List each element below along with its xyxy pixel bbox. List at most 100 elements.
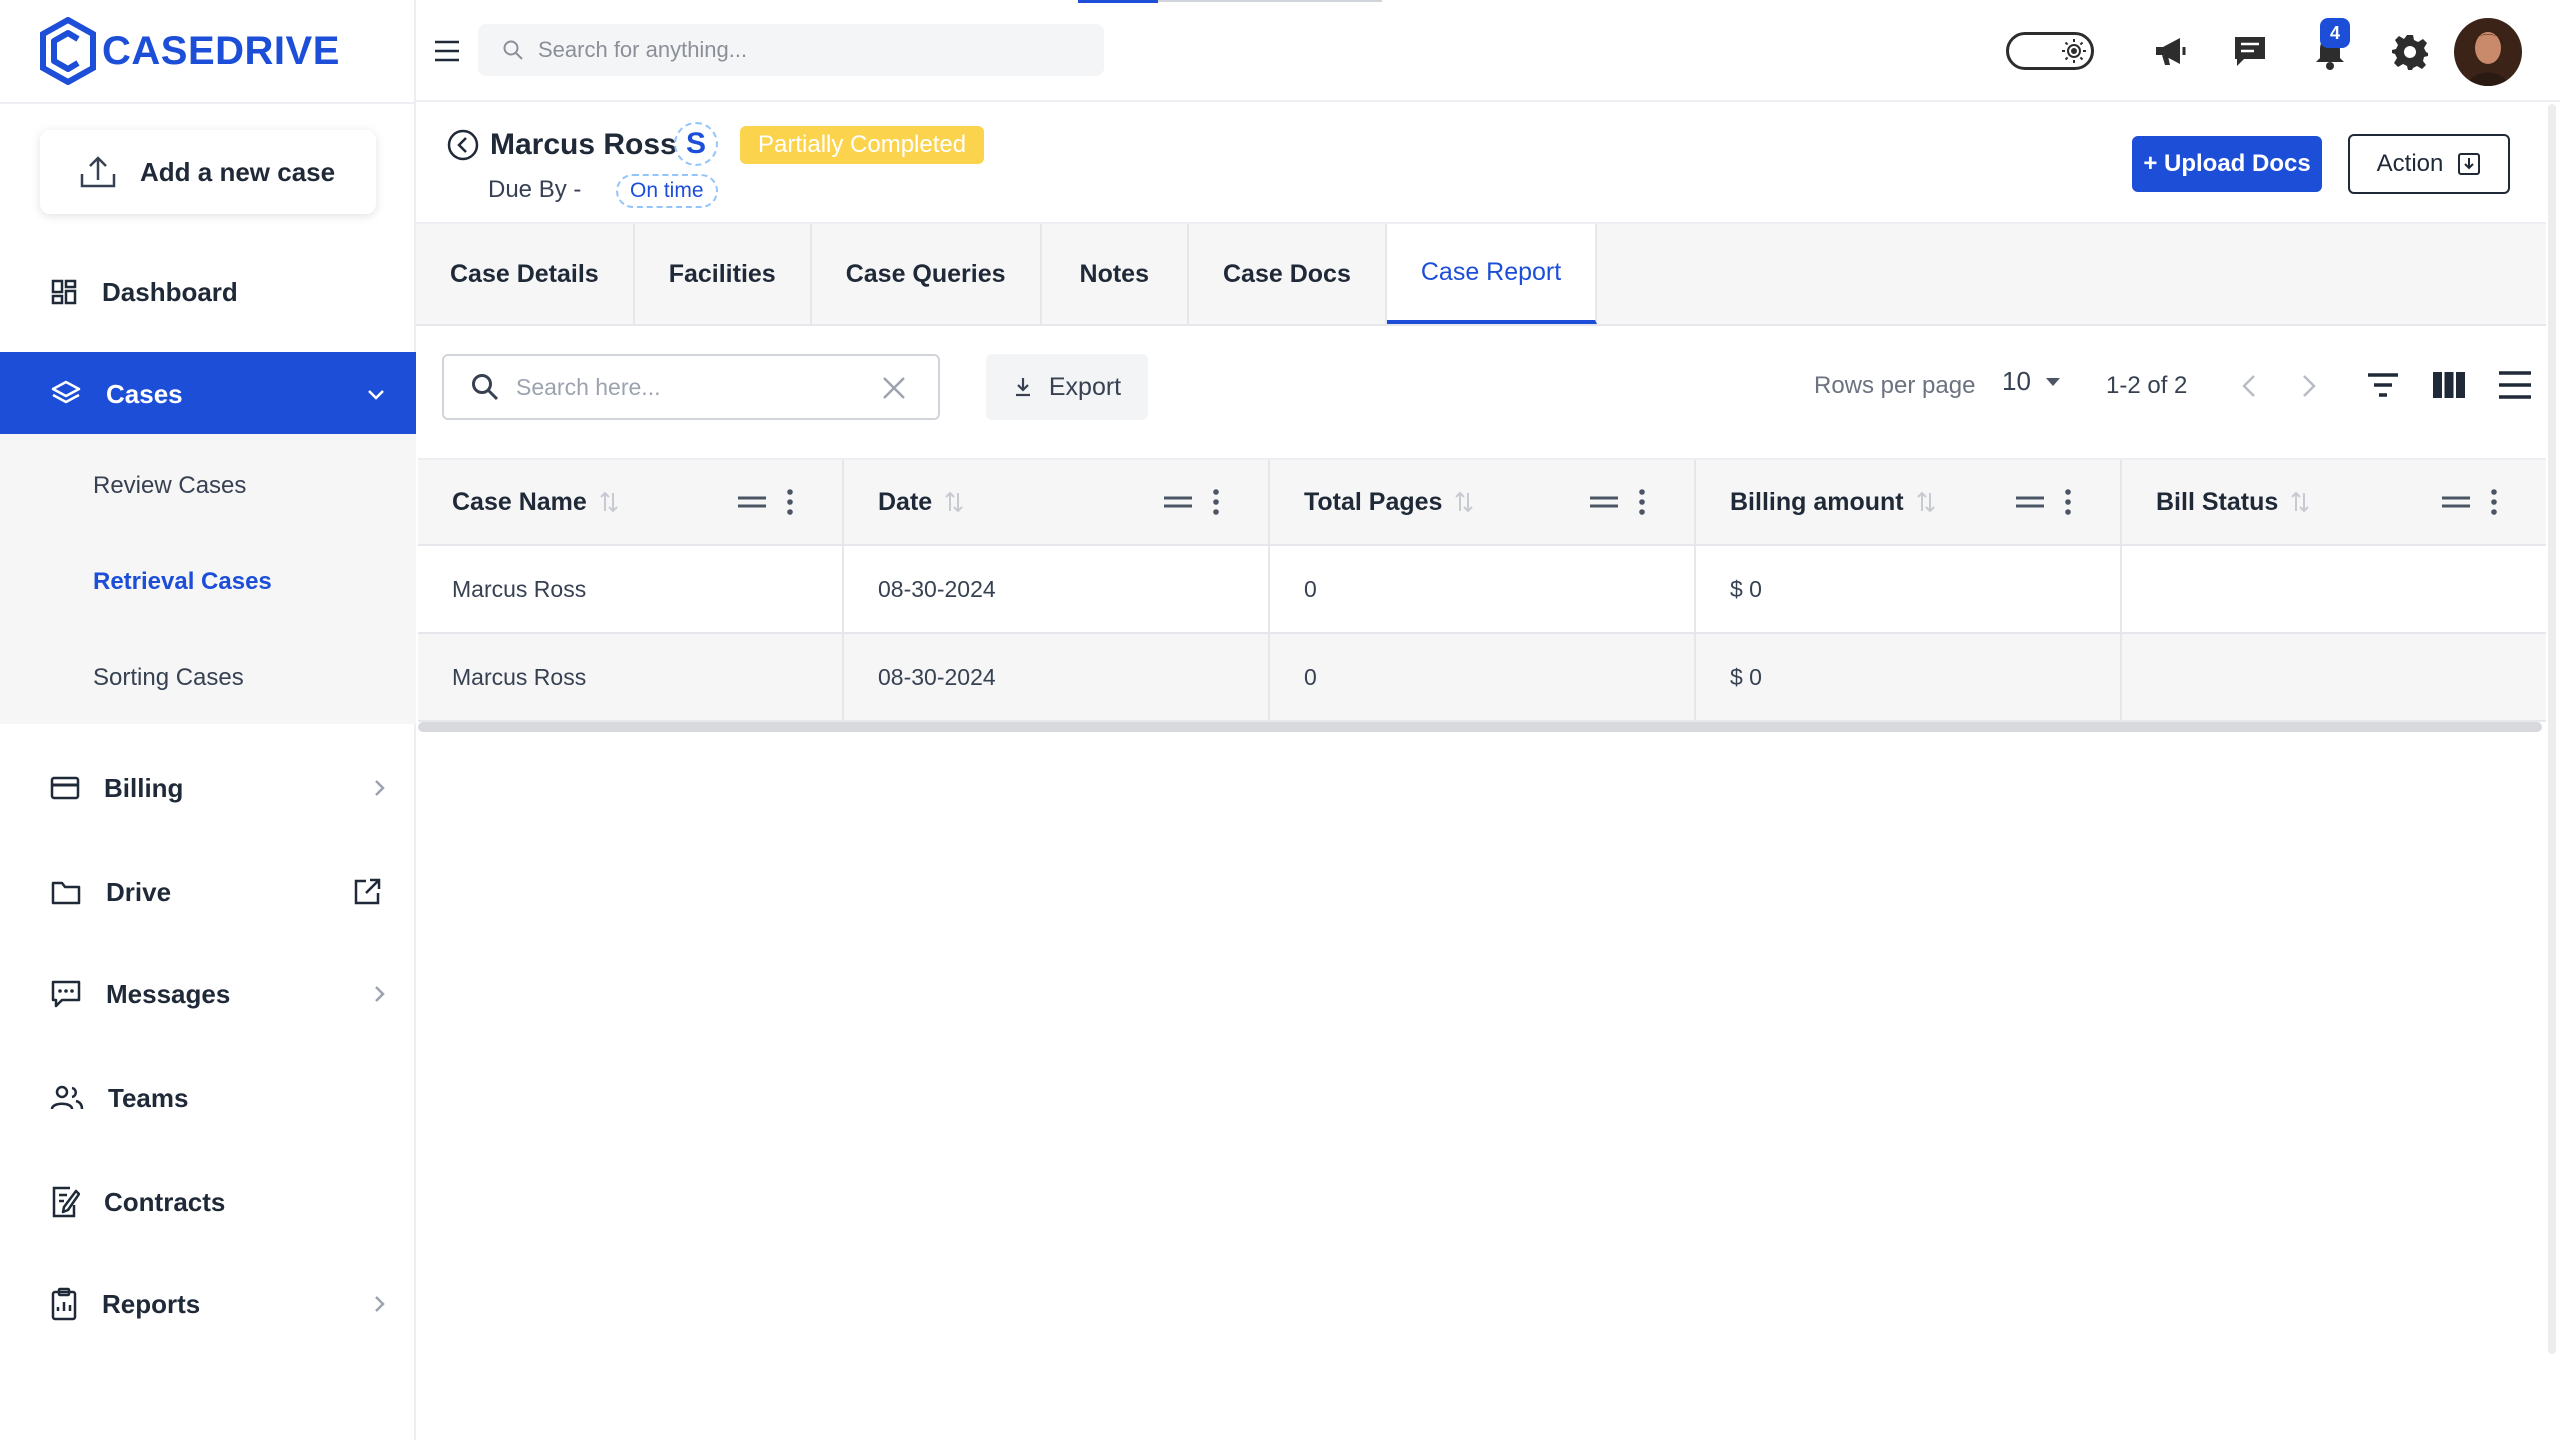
sidebar-item-label: Contracts bbox=[104, 1186, 226, 1217]
tab-facilities[interactable]: Facilities bbox=[634, 224, 812, 324]
column-menu-icon[interactable] bbox=[786, 488, 794, 516]
sidebar-item-reports[interactable]: Reports bbox=[0, 1262, 416, 1346]
drag-handle-icon[interactable] bbox=[738, 494, 766, 510]
action-button[interactable]: Action bbox=[2348, 134, 2510, 194]
avatar[interactable] bbox=[2454, 18, 2522, 86]
caret-down-icon bbox=[2045, 377, 2060, 386]
table-cell: 0 bbox=[1270, 634, 1696, 720]
sidebar-subitem-sorting-cases[interactable]: Sorting Cases bbox=[93, 664, 244, 692]
table-row[interactable]: Marcus Ross 08-30-2024 0 $ 0 bbox=[418, 546, 2546, 634]
due-status-badge: On time bbox=[616, 174, 718, 208]
case-header: Marcus Ross S Partially Completed Due By… bbox=[416, 104, 2546, 224]
table-cell: $ 0 bbox=[1696, 634, 2122, 720]
external-link-icon bbox=[354, 878, 381, 905]
theme-toggle[interactable] bbox=[2006, 32, 2094, 70]
column-menu-icon[interactable] bbox=[2064, 488, 2072, 516]
table-cell: Marcus Ross bbox=[418, 634, 844, 720]
status-badge: Partially Completed bbox=[740, 126, 985, 164]
table-search-input[interactable] bbox=[516, 373, 866, 401]
sidebar-item-label: Reports bbox=[102, 1288, 201, 1319]
case-initial-badge: S bbox=[674, 122, 718, 166]
megaphone-icon[interactable] bbox=[2150, 32, 2190, 72]
rows-per-page-value: 10 bbox=[2002, 366, 2031, 396]
sidebar-subitem-review-cases[interactable]: Review Cases bbox=[93, 472, 246, 500]
column-header[interactable]: Total Pages bbox=[1270, 460, 1696, 544]
logo-text: CASEDRIVE bbox=[102, 28, 340, 73]
column-header[interactable]: Billing amount bbox=[1696, 460, 2122, 544]
column-header[interactable]: Case Name bbox=[418, 460, 844, 544]
tab-case-details[interactable]: Case Details bbox=[416, 224, 635, 324]
rows-per-page-select[interactable]: 10 bbox=[2002, 366, 2061, 397]
sort-icon[interactable] bbox=[1916, 489, 1936, 515]
chevron-right-icon bbox=[375, 780, 385, 796]
sidebar-item-messages[interactable]: Messages bbox=[0, 952, 416, 1036]
gear-icon[interactable] bbox=[2390, 32, 2430, 72]
table-cell: Marcus Ross bbox=[418, 546, 844, 632]
columns-icon[interactable] bbox=[2430, 366, 2468, 404]
sidebar-item-contracts[interactable]: Contracts bbox=[0, 1160, 416, 1244]
horizontal-scrollbar[interactable] bbox=[418, 722, 2542, 732]
export-button[interactable]: Export bbox=[986, 354, 1148, 420]
sidebar-item-cases[interactable]: Cases bbox=[0, 352, 416, 436]
tab-case-docs[interactable]: Case Docs bbox=[1189, 224, 1387, 324]
drag-handle-icon[interactable] bbox=[2442, 494, 2470, 510]
sort-icon[interactable] bbox=[2290, 489, 2310, 515]
table-cell bbox=[2122, 546, 2546, 632]
column-header[interactable]: Bill Status bbox=[2122, 460, 2546, 544]
column-menu-icon[interactable] bbox=[2490, 488, 2498, 516]
drag-handle-icon[interactable] bbox=[1590, 494, 1618, 510]
chevron-left-icon[interactable] bbox=[2234, 370, 2266, 402]
clipboard-icon bbox=[51, 1287, 77, 1321]
menu-box-icon bbox=[2458, 153, 2481, 175]
add-new-case-button[interactable]: Add a new case bbox=[40, 130, 376, 214]
table-cell bbox=[2122, 634, 2546, 720]
sidebar-item-teams[interactable]: Teams bbox=[0, 1056, 416, 1140]
global-search-input[interactable] bbox=[538, 37, 1058, 63]
sort-icon[interactable] bbox=[1454, 489, 1474, 515]
loading-progress-bar bbox=[1078, 0, 1158, 3]
upload-docs-button[interactable]: + Upload Docs bbox=[2132, 136, 2322, 192]
add-new-case-label: Add a new case bbox=[140, 156, 336, 187]
message-icon bbox=[51, 980, 81, 1008]
action-label: Action bbox=[2376, 150, 2444, 177]
vertical-scrollbar[interactable] bbox=[2548, 104, 2556, 1354]
sidebar-item-billing[interactable]: Billing bbox=[0, 746, 416, 830]
chat-icon[interactable] bbox=[2230, 32, 2270, 72]
column-menu-icon[interactable] bbox=[1638, 488, 1646, 516]
drag-handle-icon[interactable] bbox=[1164, 494, 1192, 510]
table-search[interactable] bbox=[442, 354, 940, 420]
loading-progress-track bbox=[1158, 0, 1382, 2]
close-icon[interactable] bbox=[880, 374, 908, 402]
chevron-right-icon bbox=[375, 1296, 385, 1312]
global-search[interactable] bbox=[478, 24, 1104, 76]
column-header-label: Date bbox=[878, 487, 933, 516]
sidebar-item-drive[interactable]: Drive bbox=[0, 850, 416, 934]
sort-icon[interactable] bbox=[599, 489, 619, 515]
table-row[interactable]: Marcus Ross 08-30-2024 0 $ 0 bbox=[418, 634, 2546, 722]
tab-case-queries[interactable]: Case Queries bbox=[811, 224, 1042, 324]
filter-icon[interactable] bbox=[2364, 366, 2402, 404]
export-label: Export bbox=[1048, 372, 1122, 401]
column-header-label: Case Name bbox=[452, 487, 587, 516]
density-icon[interactable] bbox=[2496, 366, 2534, 404]
pagination-range: 1-2 of 2 bbox=[2106, 372, 2188, 399]
hamburger-menu-icon[interactable] bbox=[432, 36, 462, 66]
notification-badge: 4 bbox=[2320, 18, 2350, 48]
sidebar-item-label: Teams bbox=[108, 1082, 189, 1113]
column-menu-icon[interactable] bbox=[1212, 488, 1220, 516]
tab-case-report[interactable]: Case Report bbox=[1386, 224, 1598, 324]
tab-notes[interactable]: Notes bbox=[1041, 224, 1189, 324]
table-cell: 0 bbox=[1270, 546, 1696, 632]
layers-icon bbox=[51, 380, 81, 404]
sidebar-subitem-retrieval-cases[interactable]: Retrieval Cases bbox=[93, 568, 272, 596]
sort-icon[interactable] bbox=[944, 489, 964, 515]
logo[interactable]: CASEDRIVE bbox=[40, 16, 340, 86]
drag-handle-icon[interactable] bbox=[2016, 494, 2044, 510]
back-arrow-icon[interactable] bbox=[446, 128, 480, 162]
chevron-right-icon[interactable] bbox=[2292, 370, 2324, 402]
sidebar-item-dashboard[interactable]: Dashboard bbox=[0, 250, 416, 334]
sidebar-item-label: Cases bbox=[106, 378, 183, 409]
column-header[interactable]: Date bbox=[844, 460, 1270, 544]
search-icon bbox=[503, 40, 523, 60]
case-tabs: Case Details Facilities Case Queries Not… bbox=[416, 222, 2546, 326]
